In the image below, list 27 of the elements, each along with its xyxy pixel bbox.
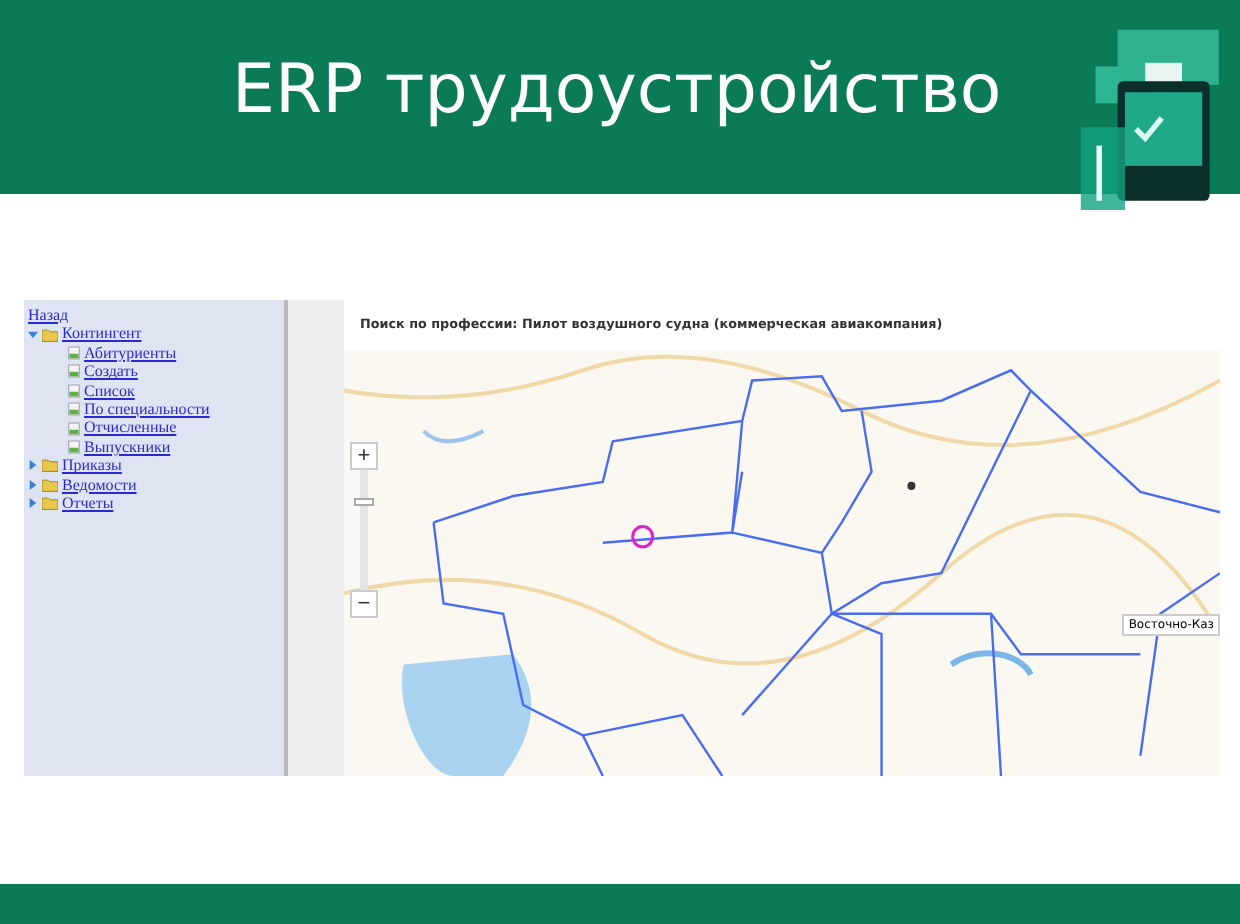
document-icon — [68, 421, 80, 436]
tree-item[interactable]: Создать — [84, 362, 138, 382]
tree-item[interactable]: Выпускники — [84, 437, 171, 457]
tree-item[interactable]: Приказы — [62, 456, 122, 476]
tree-item[interactable]: Отчеты — [62, 494, 114, 513]
tree-item[interactable]: По специальности — [84, 400, 210, 419]
back-link[interactable]: Назад — [28, 306, 69, 325]
document-icon — [68, 383, 80, 398]
expanded-triangle-icon[interactable] — [28, 329, 38, 340]
document-icon — [68, 440, 80, 455]
zoom-out-button[interactable]: − — [350, 590, 378, 618]
tree-item[interactable]: Абитуриенты — [84, 343, 177, 363]
collapsed-triangle-icon[interactable] — [28, 460, 38, 471]
tree-item[interactable]: Контингент — [62, 324, 142, 344]
splitter-bar[interactable] — [284, 300, 344, 776]
zoom-in-button[interactable]: + — [350, 442, 378, 470]
document-icon — [68, 402, 80, 417]
folder-icon — [42, 327, 58, 342]
collapsed-triangle-icon[interactable] — [28, 498, 38, 509]
document-icon — [68, 364, 80, 379]
document-icon — [68, 346, 80, 361]
tree-item[interactable]: Список — [84, 381, 135, 401]
zoom-slider-handle[interactable] — [354, 498, 374, 506]
slide-title: ERP трудоустройство — [232, 49, 1002, 129]
collapsed-triangle-icon[interactable] — [28, 479, 38, 490]
tree-item[interactable]: Отчисленные — [84, 418, 177, 438]
tree-item[interactable]: Ведомости — [62, 475, 137, 495]
